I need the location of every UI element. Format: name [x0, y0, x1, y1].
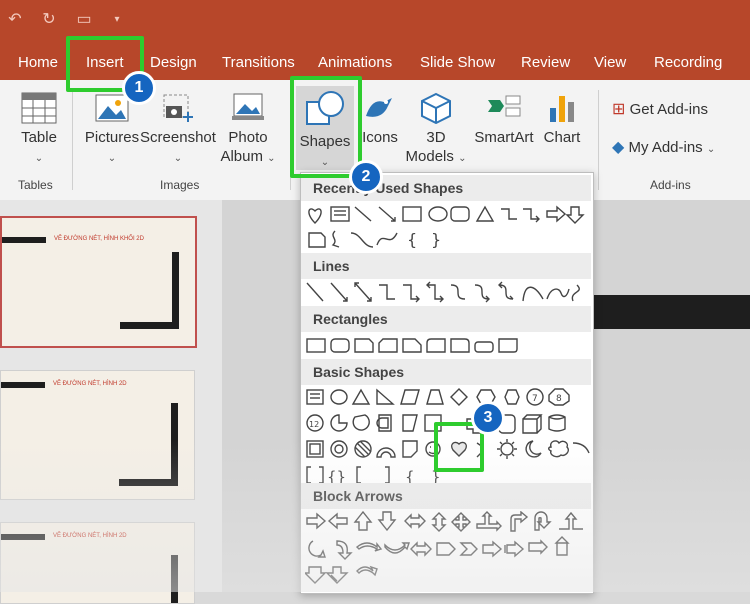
- customize-qat-icon[interactable]: ▾: [110, 8, 124, 30]
- chart-icon: [550, 96, 574, 122]
- svg-text:}: }: [431, 230, 441, 249]
- tab-home[interactable]: Home: [18, 42, 58, 80]
- block-arrows-grid: [305, 511, 583, 584]
- my-addins-label: My Add-ins: [628, 139, 703, 156]
- slide-title: VẼ ĐƯỜNG NÉT, HÌNH 2D: [53, 533, 127, 539]
- undo-icon[interactable]: ↶: [4, 8, 26, 30]
- my-addins-icon: ◆: [612, 139, 625, 156]
- pictures-label: Pictures: [84, 129, 140, 146]
- svg-text:{: {: [407, 230, 417, 249]
- section-basic-shapes: Basic Shapes: [301, 359, 591, 385]
- smartart-label: SmartArt: [474, 129, 534, 146]
- icons-label: Icons: [362, 129, 398, 146]
- recent-shapes-row: { }: [308, 205, 585, 249]
- get-addins-button[interactable]: ⊞ Get Add-ins: [612, 100, 742, 119]
- slide-line: [1, 382, 45, 388]
- screenshot-label: Screenshot: [140, 129, 216, 146]
- screenshot-icon: [163, 94, 193, 122]
- 3d-models-label-2: Models: [405, 148, 454, 165]
- group-tables-label: Tables: [18, 178, 53, 192]
- octagon-number: 8: [556, 394, 562, 404]
- step-badge-1: 1: [122, 71, 156, 105]
- slide-title: VẼ ĐƯỜNG NÉT, HÌNH KHỐI 2D: [54, 236, 144, 242]
- step-badge-2: 2: [349, 160, 383, 194]
- chevron-down-icon: ⌄: [267, 153, 276, 164]
- tab-design[interactable]: Design: [150, 42, 197, 80]
- group-addins-label: Add-ins: [650, 178, 691, 192]
- lines-row: [306, 281, 580, 303]
- slide-thumbnail[interactable]: VẼ ĐƯỜNG NÉT, HÌNH 2D: [0, 370, 195, 500]
- slide-line: [1, 534, 45, 540]
- chevron-down-icon: ⌄: [706, 144, 716, 155]
- slide-thumbnail[interactable]: VẼ ĐƯỜNG NÉT, HÌNH KHỐI 2D: [0, 216, 197, 348]
- section-block-arrows: Block Arrows: [301, 483, 591, 509]
- slide-thumbnails-pane: VẼ ĐƯỜNG NÉT, HÌNH KHỐI 2D VẼ ĐƯỜNG NÉT,…: [0, 200, 222, 604]
- separator: [598, 90, 599, 190]
- slide-title: VẼ ĐƯỜNG NÉT, HÌNH 2D: [53, 381, 127, 387]
- chevron-down-icon: ⌄: [34, 153, 44, 164]
- heptagon-number: 7: [532, 394, 538, 404]
- slide-shape: [171, 555, 178, 603]
- screenshot-button[interactable]: Screenshot ⌄: [140, 92, 216, 168]
- icons-button[interactable]: Icons: [358, 92, 402, 147]
- slide-line: [2, 237, 46, 243]
- table-label: Table: [21, 129, 57, 146]
- shapes-gallery: Recently Used Shapes { } Lines Rectangle…: [300, 172, 594, 594]
- slide-shape: [590, 295, 750, 329]
- step-badge-3: 3: [471, 401, 505, 435]
- chevron-down-icon: ⌄: [173, 153, 183, 164]
- chart-button[interactable]: Chart: [540, 92, 584, 147]
- addins-plus-icon: ⊞: [612, 101, 626, 118]
- table-button[interactable]: Table ⌄: [16, 92, 62, 168]
- tab-review[interactable]: Review: [521, 42, 570, 80]
- dodecagon-number: 12: [309, 420, 319, 429]
- photo-album-icon: [232, 93, 264, 120]
- 3d-models-label-1: 3D: [426, 129, 446, 146]
- present-icon[interactable]: ▭: [72, 8, 96, 30]
- 3d-models-button[interactable]: 3D Models ⌄: [402, 92, 470, 168]
- tab-view[interactable]: View: [594, 42, 626, 80]
- tab-slide-show[interactable]: Slide Show: [420, 42, 495, 80]
- rectangles-row: [306, 338, 518, 353]
- tab-transitions[interactable]: Transitions: [222, 42, 295, 80]
- get-addins-label: Get Add-ins: [629, 101, 708, 118]
- section-rectangles: Rectangles: [301, 306, 591, 332]
- chevron-down-icon: ⌄: [107, 153, 117, 164]
- slide-shape: [119, 479, 178, 486]
- redo-icon[interactable]: ↻: [38, 8, 60, 30]
- photo-album-button[interactable]: Photo Album ⌄: [216, 92, 280, 168]
- icons-icon: [366, 98, 392, 117]
- photo-album-label-1: Photo: [228, 129, 268, 146]
- highlight-shapes-button: [290, 76, 362, 178]
- chart-label: Chart: [543, 129, 581, 146]
- cube-icon: [421, 92, 451, 124]
- slide-shape: [120, 322, 179, 329]
- smartart-icon: [488, 95, 521, 117]
- section-lines: Lines: [301, 253, 591, 279]
- tab-recording[interactable]: Recording: [654, 42, 722, 80]
- tab-animations[interactable]: Animations: [318, 42, 392, 80]
- chevron-down-icon: ⌄: [458, 153, 467, 164]
- section-recent-shapes: Recently Used Shapes: [301, 175, 591, 201]
- smartart-button[interactable]: SmartArt: [470, 92, 538, 147]
- slide-shape: [172, 252, 179, 328]
- group-images-label: Images: [160, 178, 200, 192]
- my-addins-button[interactable]: ◆ My Add-ins ⌄: [612, 138, 742, 159]
- table-icon: [21, 92, 57, 124]
- photo-album-label-2: Album: [220, 148, 263, 165]
- separator: [72, 90, 73, 190]
- slide-shape: [171, 403, 178, 485]
